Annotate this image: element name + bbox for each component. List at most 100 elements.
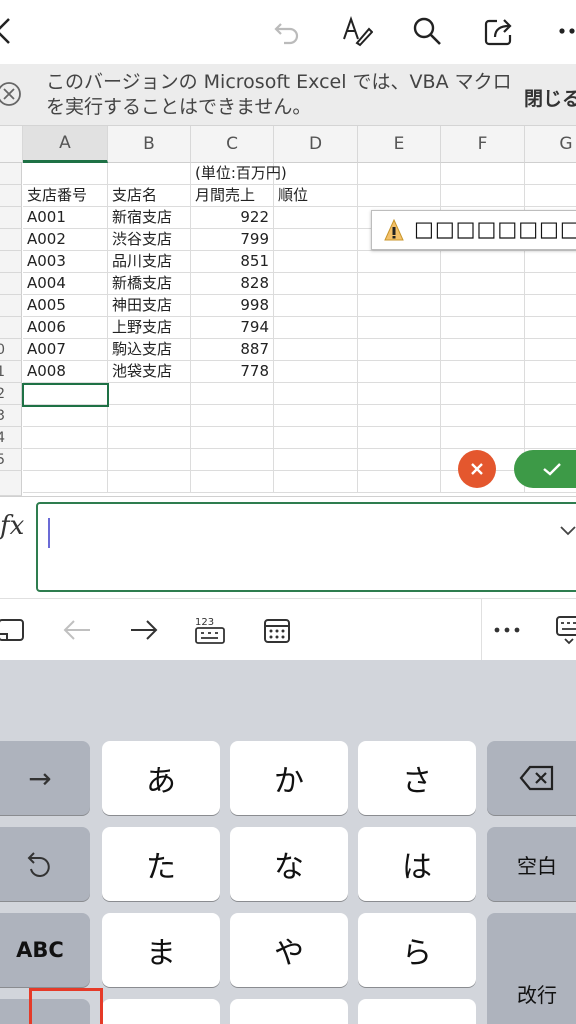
cell[interactable] — [191, 427, 274, 449]
cell[interactable]: 998 — [191, 295, 274, 317]
column-header-a[interactable]: A — [23, 126, 108, 163]
cell[interactable] — [274, 405, 358, 427]
cell[interactable] — [23, 405, 108, 427]
row-header[interactable] — [0, 317, 22, 339]
cell[interactable]: A004 — [23, 273, 108, 295]
cell[interactable] — [441, 317, 525, 339]
cell[interactable]: A007 — [23, 339, 108, 361]
cell[interactable] — [23, 449, 108, 471]
function-fx-icon[interactable]: fx — [0, 511, 24, 541]
cell[interactable] — [441, 339, 525, 361]
arrow-left-icon[interactable] — [60, 613, 94, 647]
search-icon[interactable] — [410, 14, 444, 48]
row-header[interactable] — [0, 207, 22, 229]
cell[interactable] — [358, 273, 441, 295]
cell[interactable]: 778 — [191, 361, 274, 383]
cell[interactable] — [525, 273, 576, 295]
row-header[interactable]: 4 — [0, 427, 22, 449]
row-header[interactable] — [0, 163, 22, 185]
key-space[interactable]: 空白 — [487, 827, 576, 901]
keyboard-toggle-icon[interactable] — [0, 613, 28, 647]
row-header[interactable] — [0, 273, 22, 295]
cell[interactable] — [358, 185, 441, 207]
row-header[interactable]: 1 — [0, 361, 22, 383]
cell[interactable] — [441, 295, 525, 317]
cell[interactable] — [358, 339, 441, 361]
key-ta[interactable]: た — [102, 827, 220, 901]
cell[interactable]: 794 — [191, 317, 274, 339]
cell[interactable]: (単位:百万円) — [191, 163, 287, 185]
cell[interactable]: 支店名 — [108, 185, 191, 207]
cell[interactable]: 799 — [191, 229, 274, 251]
cell[interactable] — [441, 383, 525, 405]
cell[interactable] — [358, 251, 441, 273]
row-header[interactable]: 0 — [0, 339, 22, 361]
back-chevron-icon[interactable] — [0, 14, 20, 48]
column-header-f[interactable]: F — [441, 126, 525, 163]
active-cell-a11[interactable] — [22, 383, 109, 407]
cell[interactable]: 品川支店 — [108, 251, 191, 273]
cell[interactable] — [23, 427, 108, 449]
key-abc[interactable]: ABC — [0, 913, 90, 987]
cell[interactable] — [441, 405, 525, 427]
key-enter[interactable]: 改行 — [487, 913, 576, 1024]
cell[interactable] — [441, 273, 525, 295]
cell[interactable]: A006 — [23, 317, 108, 339]
pen-icon[interactable] — [340, 14, 374, 48]
cell[interactable]: 828 — [191, 273, 274, 295]
row-header[interactable] — [0, 295, 22, 317]
cell[interactable] — [108, 427, 191, 449]
cell[interactable]: A008 — [23, 361, 108, 383]
cell[interactable] — [191, 471, 274, 493]
cell[interactable]: 順位 — [274, 185, 358, 207]
row-header[interactable]: 5 — [0, 449, 22, 471]
cell[interactable] — [525, 185, 576, 207]
cell[interactable]: 渋谷支店 — [108, 229, 191, 251]
key-punctuation-partial[interactable] — [358, 999, 476, 1024]
cell[interactable]: 新橋支店 — [108, 273, 191, 295]
cell[interactable] — [358, 163, 441, 185]
row-header[interactable] — [0, 229, 22, 251]
key-ra[interactable]: ら — [358, 913, 476, 987]
cell[interactable] — [525, 163, 576, 185]
key-na[interactable]: な — [230, 827, 348, 901]
key-ka[interactable]: か — [230, 741, 348, 815]
cell[interactable] — [274, 339, 358, 361]
cell[interactable] — [191, 449, 274, 471]
cell[interactable]: 池袋支店 — [108, 361, 191, 383]
cell[interactable]: A001 — [23, 207, 108, 229]
cell[interactable]: 851 — [191, 251, 274, 273]
chevron-down-icon[interactable] — [560, 526, 576, 536]
close-banner-button[interactable]: 閉じる — [524, 84, 576, 111]
key-ha[interactable]: は — [358, 827, 476, 901]
cell[interactable] — [108, 383, 191, 405]
cell[interactable] — [358, 471, 441, 493]
cell[interactable] — [274, 383, 358, 405]
row-header[interactable] — [0, 251, 22, 273]
key-sa[interactable]: さ — [358, 741, 476, 815]
cell[interactable]: 駒込支店 — [108, 339, 191, 361]
cell[interactable]: 887 — [191, 339, 274, 361]
undo-icon[interactable] — [270, 14, 304, 48]
cell[interactable] — [358, 383, 441, 405]
numeric-keypad-icon[interactable]: 123 — [193, 613, 227, 647]
cell[interactable] — [441, 251, 525, 273]
column-header-g[interactable]: G — [525, 126, 576, 163]
key-modifier-partial[interactable] — [102, 999, 220, 1024]
cell[interactable] — [274, 273, 358, 295]
more-icon[interactable] — [556, 14, 576, 48]
cell[interactable] — [358, 317, 441, 339]
confirm-entry-button[interactable] — [514, 450, 576, 488]
macro-warning-popup[interactable]: □□□□□□□□□ — [371, 210, 576, 250]
cell[interactable]: 上野支店 — [108, 317, 191, 339]
cell[interactable] — [358, 361, 441, 383]
key-ya[interactable]: や — [230, 913, 348, 987]
cell[interactable]: A002 — [23, 229, 108, 251]
cell[interactable] — [525, 295, 576, 317]
cell[interactable] — [274, 449, 358, 471]
cell[interactable]: 新宿支店 — [108, 207, 191, 229]
spreadsheet-grid[interactable]: A B C D E F G 0 1 2 3 4 5 (単位:百万円) 支店番号支店… — [0, 126, 576, 496]
cell[interactable] — [525, 361, 576, 383]
cell[interactable] — [108, 405, 191, 427]
row-header[interactable] — [0, 471, 22, 496]
